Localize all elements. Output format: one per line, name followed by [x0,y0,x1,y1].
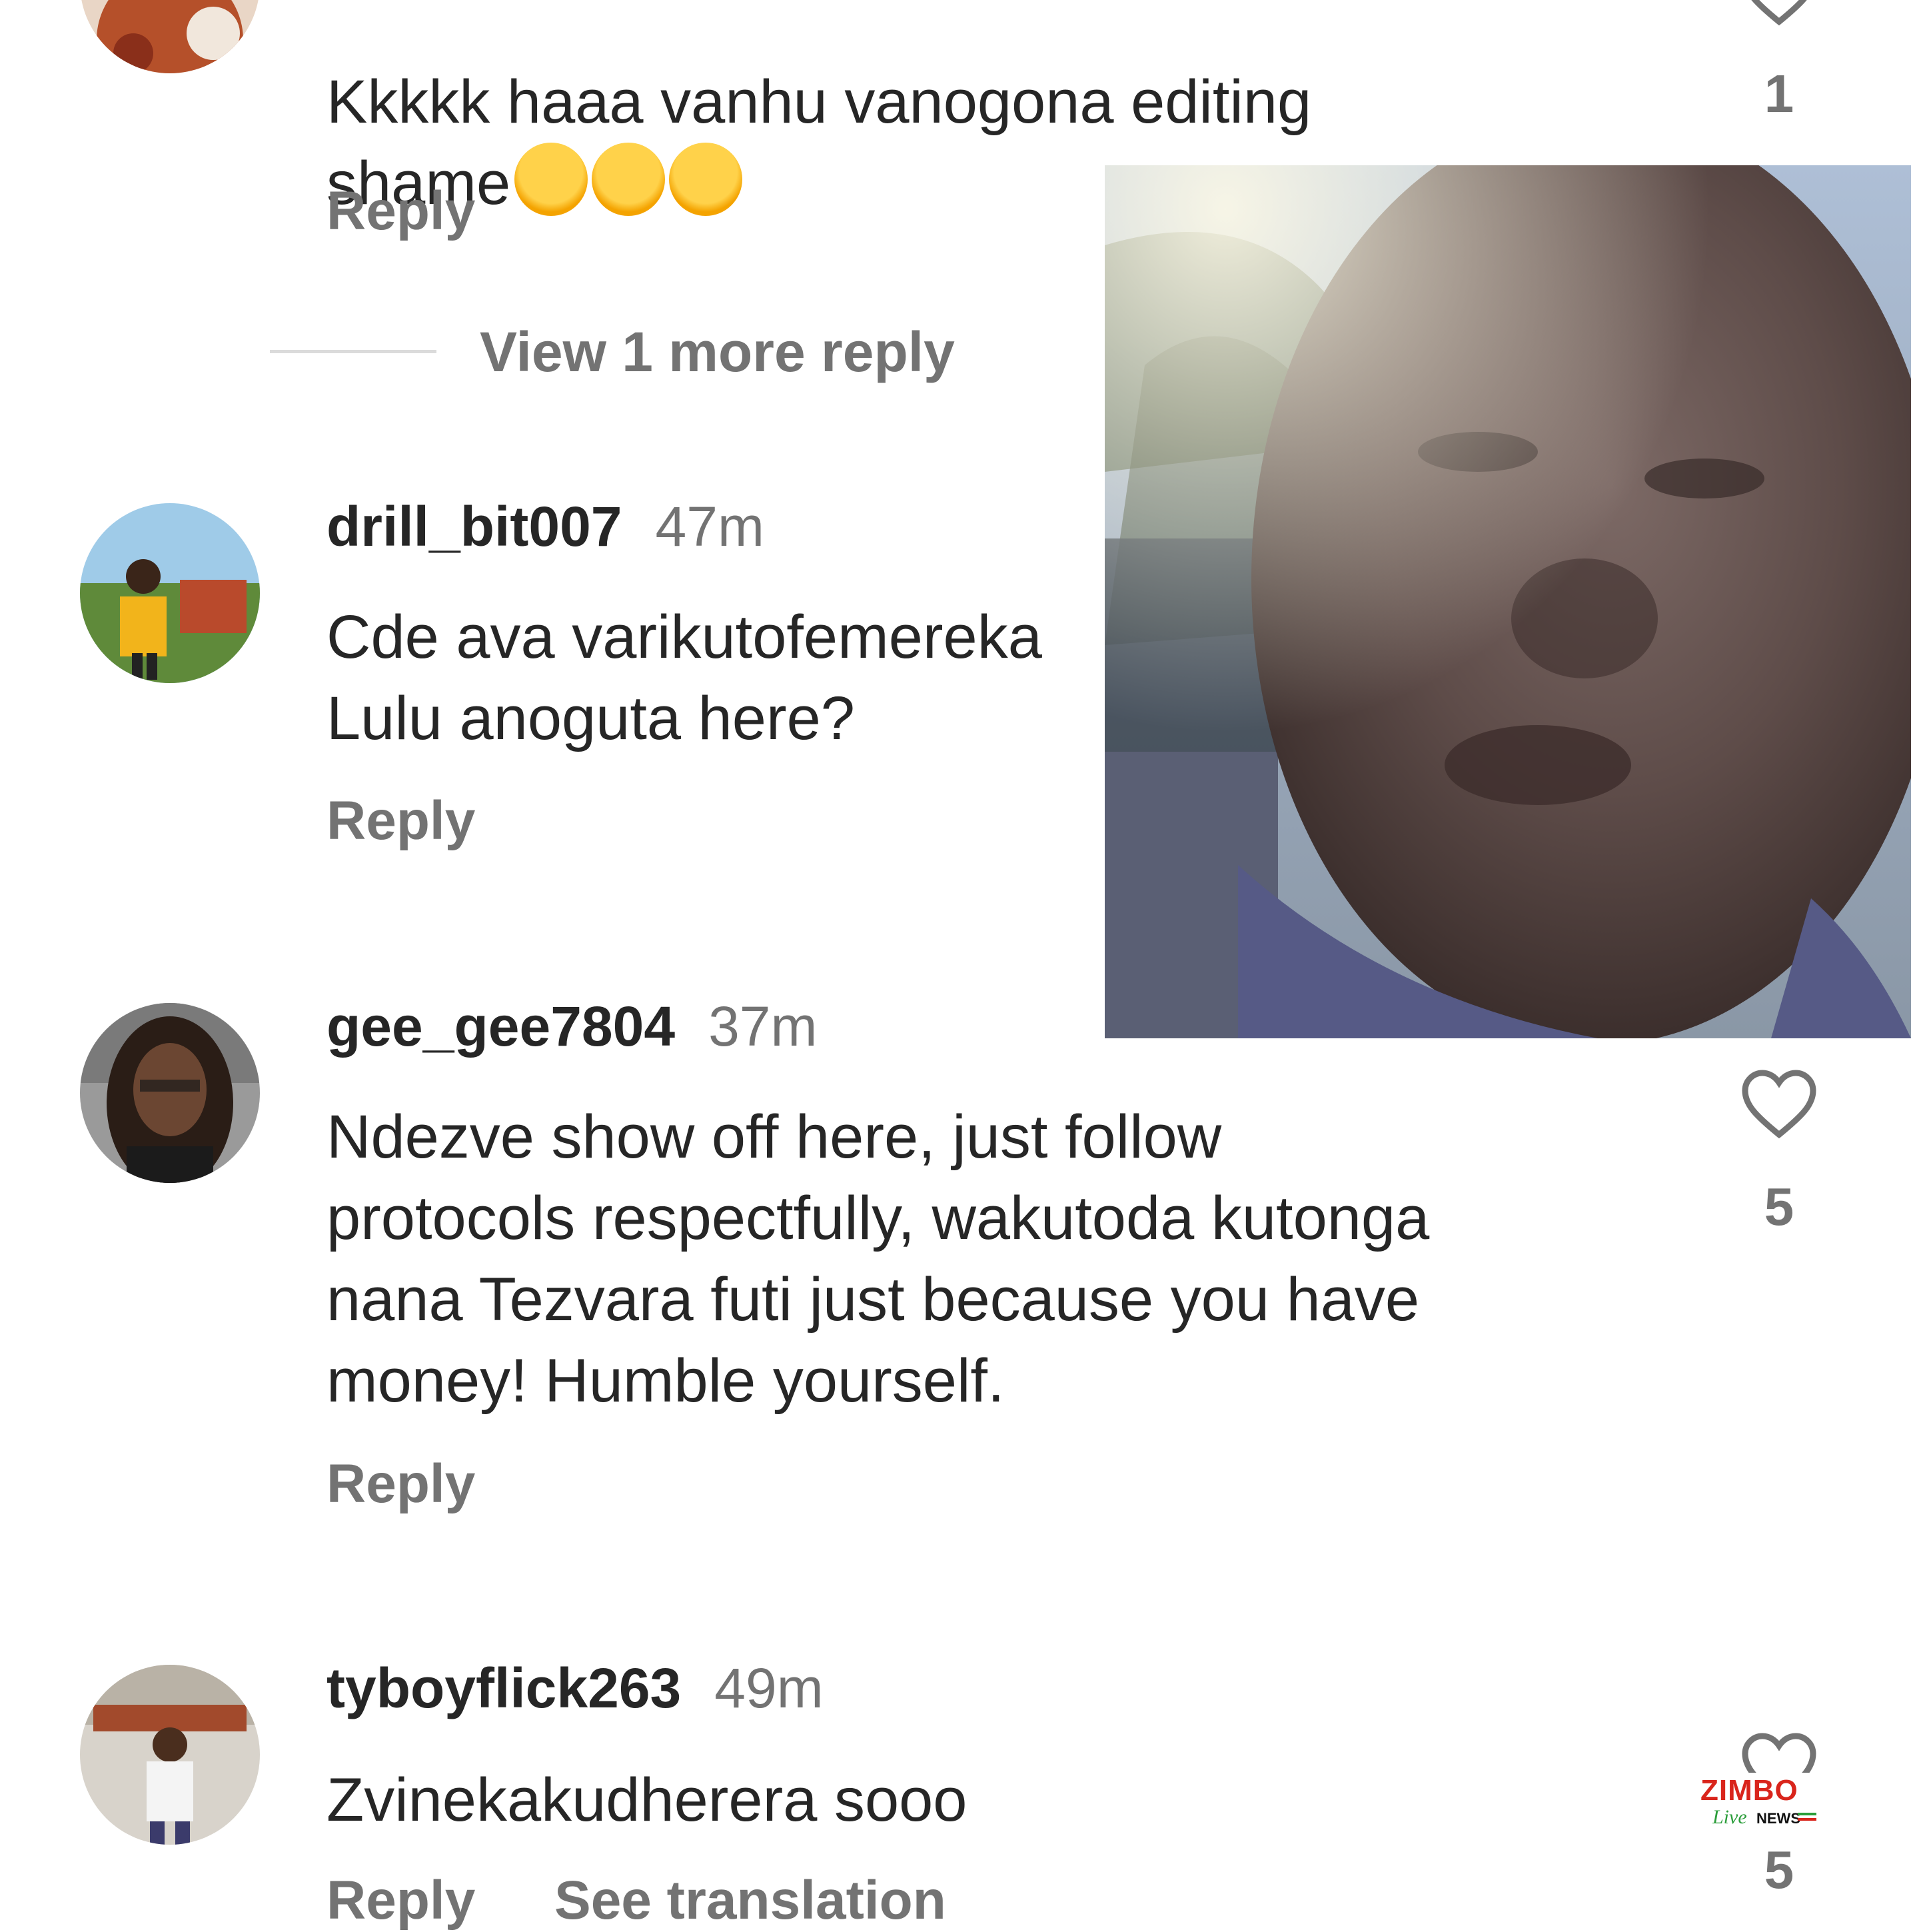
reply-button[interactable]: Reply [326,790,475,852]
comment-text: Ndezve show off here, just follow protoc… [326,1103,1430,1415]
username[interactable]: drill_bit007 [326,495,622,558]
reply-button[interactable]: Reply [326,1453,475,1515]
comment-author[interactable]: drill_bit007 47m [326,494,764,559]
avatar[interactable] [80,0,260,73]
like-count: 5 [1764,1840,1794,1899]
logo-sub-caps: NEWS [1756,1810,1800,1827]
comment-timestamp: 49m [714,1657,824,1719]
comment-author[interactable]: tyboyflick263 49m [326,1656,824,1721]
video-still-inset [1105,165,1911,1038]
comment-author[interactable]: gee_gee7804 37m [326,994,817,1059]
reply-button[interactable]: Reply [326,180,475,243]
replies-divider [270,350,436,353]
comment-text: Zvinekakudherera sooo [326,1766,967,1834]
comment-text: Cde ava varikutofemereka Lulu anoguta he… [326,603,1042,752]
avatar[interactable] [80,503,260,683]
zimbo-live-news-logo: ZIMBO Live NEWS [1698,1773,1831,1839]
face-with-tears-of-joy-icon [514,143,588,216]
reply-button[interactable]: Reply [326,1869,475,1932]
comment-timestamp: 37m [708,995,818,1058]
comment-timestamp: 47m [655,495,764,558]
logo-brand: ZIMBO [1700,1774,1798,1807]
face-with-tears-of-joy-icon [592,143,666,216]
avatar[interactable] [80,1665,260,1845]
logo-sub-script: Live [1712,1806,1747,1828]
see-translation-button[interactable]: See translation [554,1869,946,1932]
like-count: 5 [1764,1177,1794,1236]
like-count: 1 [1764,64,1794,123]
username[interactable]: gee_gee7804 [326,995,675,1058]
username[interactable]: tyboyflick263 [326,1657,681,1719]
avatar[interactable] [80,1003,260,1183]
heart-outline-icon[interactable] [1738,0,1820,27]
heart-outline-icon[interactable] [1738,1066,1820,1140]
face-with-tears-of-joy-icon [669,143,743,216]
view-more-replies-button[interactable]: View 1 more reply [480,320,955,385]
logo-lines [1798,1813,1816,1815]
